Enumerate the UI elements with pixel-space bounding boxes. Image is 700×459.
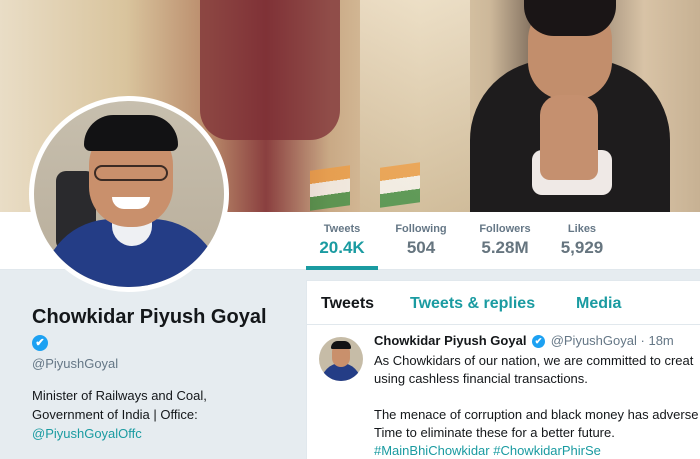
profile-handle[interactable]: @PiyushGoyal [32,356,118,371]
banner-curtain [200,0,340,140]
tweet-text-line: using cashless financial transactions. [374,371,588,386]
tweet-header: Chowkidar Piyush Goyal ✔ @PiyushGoyal · … [374,333,674,349]
tweet-paragraph-gap [374,388,700,406]
tweet-timestamp[interactable]: 18m [648,333,673,348]
profile-name[interactable]: Chowkidar Piyush Goyal [32,306,267,329]
avatar-smile [112,197,150,209]
stat-likes[interactable]: Likes 5,929 [554,212,610,270]
banner-person-hands [540,95,598,180]
tweet-separator: · [640,333,645,348]
avatar-hair [84,115,178,151]
banner-flag [310,165,350,211]
avatar-photo [34,101,224,287]
tweet-avatar[interactable] [319,337,363,381]
banner-flag [380,162,420,208]
tweet-author-name[interactable]: Chowkidar Piyush Goyal [374,333,526,348]
avatar-glasses [94,165,168,181]
stat-value: 504 [406,238,436,257]
tab-media[interactable]: Media [576,295,621,313]
banner-person-hair [524,0,616,36]
tab-tweets[interactable]: Tweets [321,295,374,313]
tweet-text-line: As Chowkidars of our nation, we are comm… [374,353,694,368]
stat-value: 5.28M [481,238,529,257]
stat-following[interactable]: Following 504 [388,212,454,270]
stat-value: 5,929 [560,238,604,257]
timeline-panel: Tweets Tweets & replies Media Chowkidar … [306,280,700,459]
bio-mention-link[interactable]: @PiyushGoyalOffc [32,424,282,443]
bio-line: Government of India | Office: [32,407,198,422]
stat-label: Tweets [323,223,361,235]
stat-tweets[interactable]: Tweets 20.4K [306,212,378,270]
tweet-avatar-hair [331,341,351,349]
tweet-text-line: The menace of corruption and black money… [374,407,699,422]
profile-bio: Minister of Railways and Coal, Governmen… [32,386,282,443]
timeline-tabs: Tweets Tweets & replies Media [307,281,700,325]
stat-label: Followers [479,223,531,235]
tweet-hashtags[interactable]: #MainBhiChowkidar #ChowkidarPhirSe [374,442,700,459]
tweet-text: As Chowkidars of our nation, we are comm… [374,352,700,459]
verified-badge-icon: ✔ [32,335,48,351]
bio-line: Minister of Railways and Coal, [32,388,207,403]
stat-value: 20.4K [319,238,365,257]
profile-avatar[interactable] [29,96,229,292]
verified-badge-icon: ✔ [532,335,546,349]
stat-label: Following [395,223,447,235]
stat-label: Likes [567,223,597,235]
tweet-text-line: Time to eliminate these for a better fut… [374,425,615,440]
tab-tweets-and-replies[interactable]: Tweets & replies [410,295,535,313]
banner-person [470,0,700,212]
stat-followers[interactable]: Followers 5.28M [470,212,540,270]
tweet-author-handle[interactable]: @PiyushGoyal [551,333,637,348]
